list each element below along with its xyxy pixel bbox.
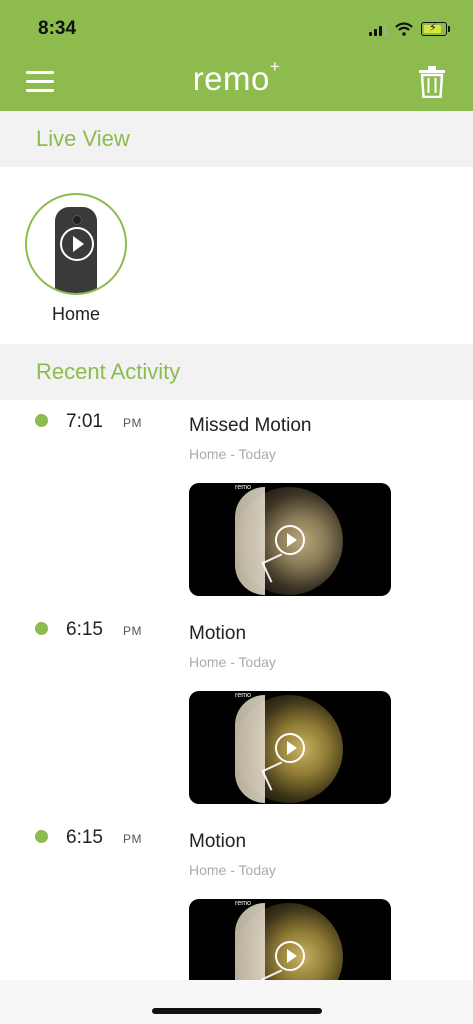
thumbnail-brand: remo	[235, 692, 251, 699]
home-indicator[interactable]	[152, 1008, 322, 1014]
activity-title[interactable]: Motion	[189, 831, 246, 853]
activity-time: 7:01	[66, 411, 103, 432]
live-view-header: Live View	[0, 111, 473, 167]
activity-video-thumbnail[interactable]: remo	[189, 899, 391, 980]
activity-time: 6:15	[66, 619, 103, 640]
app-logo: remo+	[192, 57, 281, 97]
activity-subtitle: Home - Today	[189, 654, 276, 670]
activity-dot	[35, 414, 48, 427]
activity-video-thumbnail[interactable]: remo	[189, 483, 391, 596]
activity-dot	[35, 830, 48, 843]
app-header: 8:34 ⚡ remo+	[0, 0, 473, 111]
activity-time: 6:15	[66, 827, 103, 848]
status-icons: ⚡	[369, 18, 450, 40]
recent-activity-title: Recent Activity	[36, 359, 181, 384]
recent-activity-header: Recent Activity	[0, 344, 473, 400]
thumbnail-brand: remo	[235, 484, 251, 491]
trash-icon[interactable]	[419, 66, 445, 98]
play-icon	[275, 941, 305, 971]
play-icon	[275, 733, 305, 763]
activity-period: PM	[123, 832, 142, 846]
battery-icon: ⚡	[421, 22, 450, 36]
activity-video-thumbnail[interactable]: remo	[189, 691, 391, 804]
activity-title[interactable]: Missed Motion	[189, 415, 312, 437]
camera-thumbnail	[25, 193, 127, 295]
activity-dot	[35, 622, 48, 635]
cellular-signal-icon	[369, 22, 387, 36]
wifi-icon	[395, 22, 413, 36]
camera-label: Home	[51, 304, 100, 324]
bottom-bar	[0, 980, 473, 1024]
activity-title[interactable]: Motion	[189, 623, 246, 645]
activity-subtitle: Home - Today	[189, 446, 276, 462]
play-icon	[275, 525, 305, 555]
status-time: 8:34	[38, 18, 77, 39]
play-icon	[60, 227, 94, 261]
camera-home-button[interactable]	[25, 193, 127, 295]
thumbnail-brand: remo	[235, 900, 251, 907]
activity-period: PM	[123, 624, 142, 638]
live-view-title: Live View	[36, 126, 130, 151]
activity-period: PM	[123, 416, 142, 430]
activity-subtitle: Home - Today	[189, 862, 276, 878]
